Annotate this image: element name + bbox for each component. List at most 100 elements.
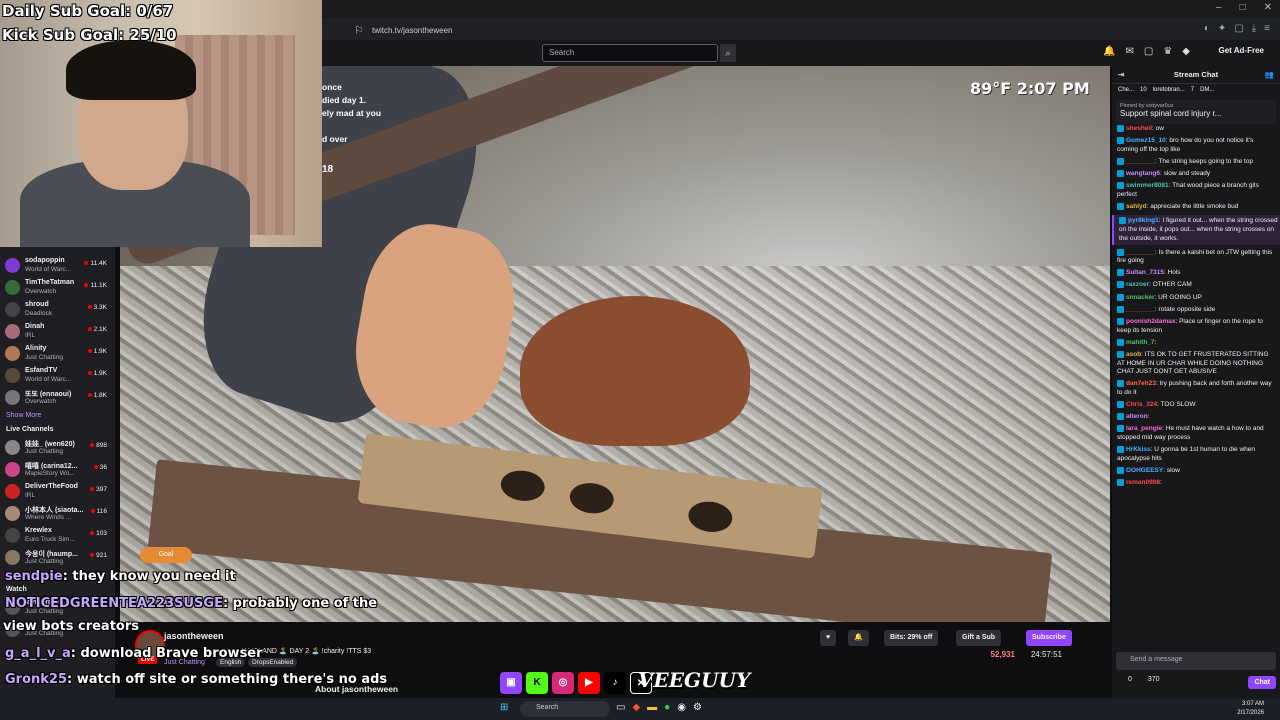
chat-username[interactable]: ________ [1126,249,1155,256]
pinned-message[interactable]: Pinned by sixtyvar0us Support spinal cor… [1116,100,1276,124]
chat-message[interactable]: HrKkiss: U gonna be 1st human to die whe… [1117,446,1275,463]
folder-icon[interactable]: ▬ [647,702,657,713]
chat-send-button[interactable]: Chat [1248,676,1276,689]
notifications-icon[interactable]: 🔔 [1103,46,1115,57]
brave-icon[interactable]: ◆ [632,702,640,713]
chat-message[interactable]: mahith_7: [1117,338,1275,348]
gifter-name[interactable]: Che... [1118,87,1134,96]
sidebar-channel[interactable]: Dinah IRL 2.1K [0,321,115,343]
chat-message[interactable]: alteron: [1117,413,1275,422]
chat-message[interactable]: snnacker: UR GOING UP [1117,293,1275,303]
steam-icon[interactable]: ◉ [677,702,686,713]
sidebar-icon[interactable]: ▢ [1234,23,1243,34]
close-button[interactable]: ✕ [1264,2,1272,13]
chat-message[interactable]: dan7eh23: try pushing back and forth ano… [1117,380,1275,397]
windows-start-icon[interactable]: ⊞ [500,702,508,713]
download-icon[interactable]: ⤓ [1252,23,1256,34]
sidebar-channel[interactable]: shroud Deadlock 3.3K [0,299,115,321]
chat-username[interactable]: swimmer8081 [1126,183,1169,190]
inbox-icon[interactable]: ✉ [1125,46,1133,57]
taskbar-search[interactable]: Search [520,701,610,717]
sidebar-channel[interactable]: Krewlex Euro Truck Sim... 103 [0,525,115,547]
menu-icon[interactable]: ≡ [1264,23,1270,34]
chat-username[interactable]: Sultan_7315 [1126,269,1164,276]
sidebar-channel[interactable]: TimTheTatman Overwatch 11.1K [0,277,115,299]
chat-username[interactable]: wangtang6 [1126,170,1160,177]
chat-input[interactable]: Send a message [1116,652,1276,670]
chat-message[interactable]: asob: ITS OK TO GET FRUSTERATED SITTING … [1117,351,1275,377]
chat-username[interactable]: Chris_324 [1126,401,1157,408]
chat-username[interactable]: HrKkiss [1126,446,1151,453]
chat-username[interactable]: sahlyd [1126,203,1147,210]
whispers-icon[interactable]: ▢ [1144,46,1153,57]
chat-message[interactable]: Gomez15_10: bro how do you not notice it… [1117,137,1275,154]
chat-username[interactable]: shesheil [1126,125,1152,132]
sidebar-channel[interactable]: 今옹이 (haump... Just Chatting 921 [0,547,115,569]
chat-message[interactable]: Sultan_7315: Hols [1117,269,1275,278]
users-icon[interactable]: 👥 [1265,66,1274,84]
heart-icon[interactable]: ♥ [820,630,837,646]
chat-username[interactable]: asob [1126,351,1141,358]
show-more-link[interactable]: Show More [0,409,115,422]
chat-username[interactable]: reman0908 [1126,479,1160,486]
chat-message[interactable]: lara_pengie: He must have watch a how to… [1117,425,1275,442]
chat-username[interactable]: mahith_7 [1126,339,1155,346]
extension-icon[interactable]: ◐ [1204,23,1210,34]
chat-message[interactable]: ________: Is there a kalshi bet on JTW g… [1117,248,1275,266]
chat-username[interactable]: ________ [1126,306,1155,313]
settings-icon[interactable]: ⚙ [693,702,702,713]
chat-message[interactable]: pyr8king1: I figured it out... when the … [1112,215,1280,246]
bits-icon[interactable]: ◆ [1182,46,1190,57]
chat-message[interactable]: poonish2damax: Place ur finger on the ro… [1117,318,1275,335]
sidebar-channel[interactable]: DeliverTheFood IRL 397 [0,481,115,503]
crown-icon[interactable]: ♛ [1163,46,1172,57]
search-input[interactable]: Search [542,44,718,62]
chat-username[interactable]: alteron [1126,413,1148,420]
chat-message[interactable]: wangtang6: slow and steady [1117,170,1275,179]
gift-sub-button[interactable]: Gift a Sub [956,630,1002,646]
chat-username[interactable]: OOHGEESY [1126,467,1163,474]
chat-username[interactable]: Gomez15_10 [1126,137,1166,144]
address-bar[interactable]: ⚐ twitch.tv/jasontheween ◐ ✦ ▢ ⤓ ≡ [322,20,1280,40]
channel-points[interactable]: 370 [1148,676,1160,683]
sidebar-channel[interactable]: sodapoppin World of Warc... 11.4K [0,255,115,277]
chat-message[interactable]: shesheil: ow [1117,125,1275,134]
chat-username[interactable]: raxzoer [1126,282,1149,289]
sidebar-channel[interactable]: EsfandTV World of Warc... 1.9K [0,365,115,387]
sidebar-channel[interactable]: 小林本人 (siaota... Where Winds ... 116 [0,503,115,525]
channel-name[interactable]: jasontheween [164,631,224,641]
chat-message[interactable]: OOHGEESY: slow [1117,466,1275,476]
collapse-chat-icon[interactable]: ⇥ [1118,66,1124,84]
search-icon[interactable]: ⌕ [720,44,736,62]
bits-button[interactable]: Bits: 29% off [884,630,939,646]
sidebar-channel[interactable]: 또또 (ennaoui) Overwatch 1.8K [0,387,115,409]
puzzle-icon[interactable]: ✦ [1218,23,1226,34]
chat-username[interactable]: snnacker [1126,294,1155,301]
minimize-button[interactable]: – [1216,2,1222,13]
chat-message[interactable]: swimmer8081: That wood piece a branch gi… [1117,182,1275,199]
chat-message[interactable]: ________: The string keeps going to the … [1117,157,1275,167]
chat-username[interactable]: ________ [1126,158,1155,165]
sidebar-channel[interactable]: 嘻嘻 (carina12... MapleStory Wo... 36 [0,459,115,481]
chat-message[interactable]: Chris_324: TOO SLOW [1117,401,1275,410]
sidebar-channel[interactable]: 娃娃_ (wen620) Just Chatting 898 [0,437,115,459]
gifter-name[interactable]: DM... [1200,87,1214,96]
bookmark-icon[interactable]: ⚐ [354,24,364,37]
chat-username[interactable]: poonish2damax [1126,318,1175,325]
chat-message[interactable]: reman0908: [1117,479,1275,488]
chat-username[interactable]: lara_pengie [1126,426,1162,433]
chat-username[interactable]: dan7eh23 [1126,381,1156,388]
chat-message[interactable]: ________: rotate opposite side [1117,305,1275,315]
files-icon[interactable]: ▭ [616,702,625,713]
bell-icon[interactable]: 🔔 [848,630,869,646]
spotify-icon[interactable]: ● [664,702,670,713]
chat-message[interactable]: raxzoer: OTHER CAM [1117,281,1275,290]
subscribe-button[interactable]: Subscribe [1026,630,1072,646]
get-ad-free-button[interactable]: Get Ad-Free [1219,46,1265,55]
taskbar-clock[interactable]: 3:07 AM 2/17/2026 [1237,700,1264,718]
gifter-name[interactable]: loretobran... [1153,87,1185,96]
chat-message[interactable]: sahlyd: appreciate the little smoke bud [1117,203,1275,212]
chat-username[interactable]: pyr8king1 [1128,218,1159,225]
url-text[interactable]: twitch.tv/jasontheween [372,26,453,35]
maximize-button[interactable]: □ [1240,2,1246,13]
